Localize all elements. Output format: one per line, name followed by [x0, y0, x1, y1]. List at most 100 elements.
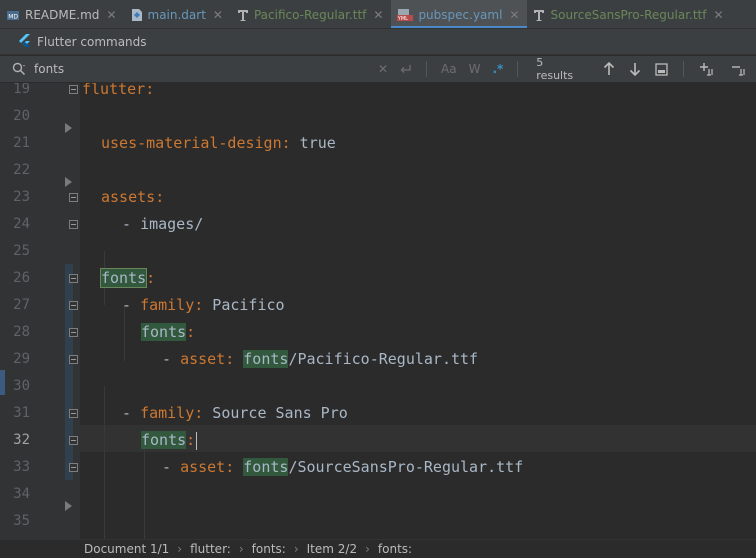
tab-readme[interactable]: MD README.md ✕	[0, 0, 125, 28]
breadcrumb-item[interactable]: fonts:	[252, 542, 286, 556]
code-line-21: uses-material-design: true	[101, 130, 336, 157]
arrow-up-icon[interactable]	[603, 62, 615, 76]
words-button[interactable]: W	[469, 62, 481, 76]
regex-button[interactable]: .*	[492, 62, 503, 76]
close-icon[interactable]: ✕	[213, 8, 223, 22]
search-input[interactable]	[34, 62, 373, 76]
find-bar: ✕ Aa W .* 5 results	[0, 56, 756, 83]
yaml-dash: -	[122, 404, 141, 422]
close-icon[interactable]: ✕	[714, 8, 724, 22]
close-icon[interactable]: ✕	[106, 8, 116, 22]
flutter-commands-bar[interactable]: Flutter commands	[0, 29, 756, 55]
remove-occurrence-icon[interactable]	[731, 62, 749, 76]
add-occurrence-icon[interactable]	[699, 62, 717, 76]
tab-pacifico-ttf[interactable]: Pacifico-Regular.ttf ✕	[231, 0, 391, 28]
yaml-value: /SourceSansPro-Regular.ttf	[288, 458, 524, 476]
fold-marker-icon[interactable]	[69, 220, 78, 229]
breadcrumb-item[interactable]: flutter:	[190, 542, 231, 556]
yaml-colon: :	[155, 188, 165, 206]
breadcrumb-item[interactable]: fonts:	[378, 542, 412, 556]
arrow-down-icon[interactable]	[629, 62, 641, 76]
fold-marker-icon[interactable]	[69, 436, 78, 445]
line-number: 27	[13, 297, 30, 313]
font-file-icon	[237, 8, 249, 22]
yaml-value: Source Sans Pro	[203, 404, 348, 422]
yaml-key: family	[140, 296, 195, 314]
yaml-key: family	[140, 404, 195, 422]
fold-arrow-icon[interactable]	[65, 177, 72, 187]
fold-arrow-icon[interactable]	[65, 501, 72, 511]
search-icon[interactable]	[12, 62, 26, 76]
select-all-occurrences-icon[interactable]	[655, 62, 668, 76]
fold-marker-icon[interactable]	[69, 274, 78, 283]
breadcrumb-item[interactable]: Item 2/2	[307, 542, 357, 556]
flutter-commands-label: Flutter commands	[37, 34, 147, 49]
yaml-dash: -	[162, 350, 181, 368]
chevron-right-icon: ›	[293, 542, 299, 556]
editor-tab-bar: MD README.md ✕ main.dart ✕ Pacifico-Regu…	[0, 0, 756, 29]
code-line-28: fonts:	[141, 319, 195, 346]
dart-file-icon	[131, 8, 143, 22]
fold-marker-icon[interactable]	[69, 463, 78, 472]
code-line-23: assets:	[101, 184, 164, 211]
yaml-dash: -	[122, 215, 141, 233]
flutter-logo-icon	[18, 34, 31, 49]
yaml-key: asset	[180, 458, 226, 476]
tab-pubspec-yaml[interactable]: YML pubspec.yaml ✕	[391, 0, 528, 28]
yaml-file-icon: YML	[397, 8, 414, 22]
line-number: 23	[13, 189, 30, 205]
editor-gutter: 19 20 21 22 23 24 25 26 27 28 29 30 31 3…	[0, 83, 80, 539]
tab-sourcesanspro-ttf[interactable]: SourceSansPro-Regular.ttf ✕	[527, 0, 731, 28]
code-editor[interactable]: 19 20 21 22 23 24 25 26 27 28 29 30 31 3…	[0, 83, 756, 539]
tab-main-dart[interactable]: main.dart ✕	[125, 0, 231, 28]
tab-label: SourceSansPro-Regular.ttf	[550, 7, 707, 22]
new-line-icon[interactable]	[400, 63, 412, 75]
code-line-27: - family: Pacifico	[122, 292, 285, 319]
yaml-value: Pacifico	[203, 296, 285, 314]
close-icon[interactable]: ✕	[373, 8, 383, 22]
yaml-dash: -	[122, 296, 141, 314]
chevron-right-icon: ›	[238, 542, 244, 556]
line-number: 35	[13, 513, 30, 529]
tab-label: main.dart	[147, 7, 206, 22]
code-content[interactable]: flutter: uses-material-design: true asse…	[80, 83, 756, 539]
line-number: 29	[13, 351, 30, 367]
svg-text:YML: YML	[397, 16, 408, 22]
markdown-file-icon: MD	[6, 8, 20, 22]
search-match-current: fonts	[99, 268, 148, 288]
tab-label: pubspec.yaml	[418, 7, 503, 22]
fold-marker-icon[interactable]	[69, 85, 78, 94]
fold-marker-icon[interactable]	[69, 193, 78, 202]
search-match: fonts	[243, 458, 289, 476]
toolbar-separator	[683, 61, 684, 77]
search-match: fonts	[141, 431, 187, 449]
breadcrumb-item[interactable]: Document 1/1	[84, 542, 169, 556]
match-case-button[interactable]: Aa	[441, 62, 457, 76]
fold-marker-icon[interactable]	[69, 301, 78, 310]
code-line-31: - family: Source Sans Pro	[122, 400, 348, 427]
line-number: 22	[13, 162, 30, 178]
scope-highlight-bar	[65, 264, 73, 480]
fold-arrow-icon[interactable]	[65, 123, 72, 133]
line-number-current: 32	[13, 432, 30, 448]
font-file-icon	[533, 8, 545, 22]
code-line-24: - images/	[122, 211, 203, 238]
line-number: 28	[13, 324, 30, 340]
yaml-colon: :	[194, 404, 204, 422]
fold-marker-icon[interactable]	[69, 355, 78, 364]
line-number: 26	[13, 270, 30, 286]
fold-marker-icon[interactable]	[69, 328, 78, 337]
yaml-value: /Pacifico-Regular.ttf	[288, 350, 479, 368]
close-icon[interactable]: ✕	[509, 8, 519, 22]
code-line-33: - asset: fonts/SourceSansPro-Regular.ttf	[162, 454, 523, 481]
yaml-colon: :	[225, 458, 235, 476]
line-number: 19	[13, 83, 30, 97]
yaml-key: flutter	[82, 83, 146, 98]
search-results-count: 5 results	[536, 56, 574, 82]
yaml-dash: -	[162, 458, 181, 476]
yaml-colon: :	[186, 431, 196, 449]
clear-search-icon[interactable]: ✕	[378, 62, 388, 76]
bookmark-marker	[0, 370, 5, 395]
yaml-key: assets	[101, 188, 156, 206]
fold-marker-icon[interactable]	[69, 409, 78, 418]
